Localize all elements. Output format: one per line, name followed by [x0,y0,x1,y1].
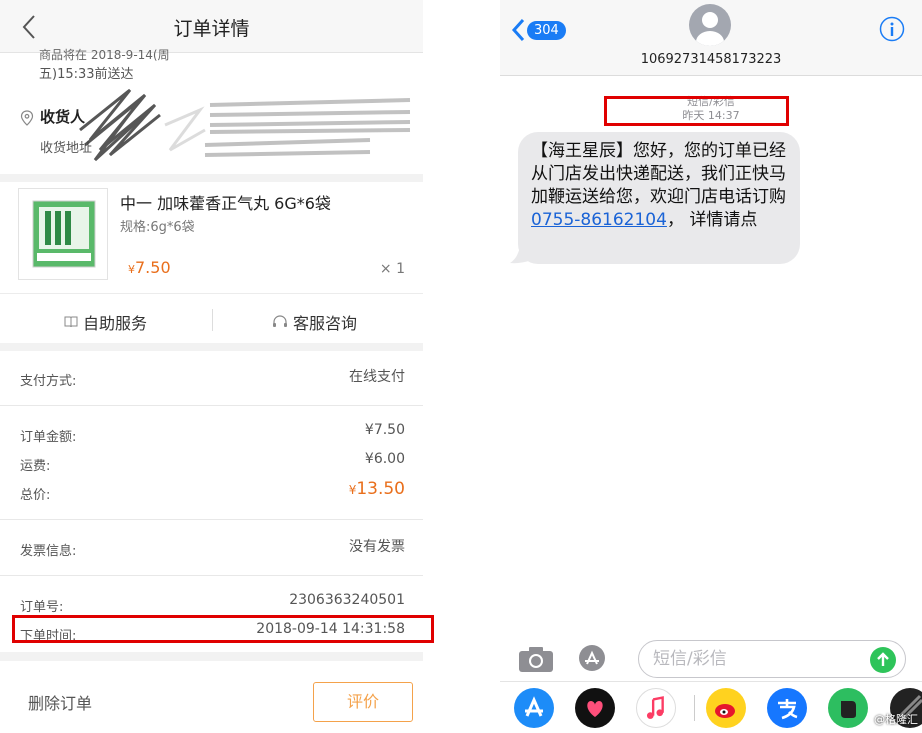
order-amount-label: 订单金额: [20,430,77,445]
invoice-value: 没有发票 [349,539,405,555]
conversation-header: 304 10692731458173223 [500,0,922,76]
app-store-icon [525,696,543,717]
shipping-fee-label: 运费: [20,459,51,474]
weibo-icon [715,704,735,718]
page-title: 订单详情 [173,18,250,40]
phone-link[interactable]: 0755-86162104 [531,210,667,230]
product-image[interactable] [18,188,108,280]
contact-avatar[interactable] [689,4,731,46]
location-pin-icon [20,110,34,126]
footer-bar: 删除订单 评价 [0,661,423,733]
app-store-icon[interactable] [578,644,606,672]
section-gap [0,174,423,182]
unread-count-badge: 304 [527,20,566,40]
book-icon [64,316,78,328]
self-service-button[interactable]: 自助服务 [64,310,147,334]
product-quantity: × 1 [379,261,405,277]
alipay-icon [778,699,798,720]
order-number-label: 订单号: [20,600,64,615]
service-row: 自助服务 客服咨询 [0,293,423,343]
customer-service-label: 客服咨询 [293,314,358,333]
total-price-label: 总价: [20,488,51,503]
product-price: ¥7.50 [128,258,171,277]
info-icon[interactable] [879,16,905,42]
camera-icon[interactable] [518,645,554,673]
privacy-redaction-scribble [79,88,411,162]
headset-icon [273,315,287,327]
product-spec: 规格:6g*6袋 [120,220,195,235]
payment-method-label: 支付方式: [20,374,77,389]
person-silhouette-icon [696,12,724,46]
total-amount: 13.50 [356,479,405,499]
elephant-icon [841,701,856,718]
app-store-app-icon[interactable] [514,688,554,728]
invoice-label: 发票信息: [20,544,77,559]
product-name[interactable]: 中一 加味藿香正气丸 6G*6袋 [120,190,331,214]
chevron-left-icon [511,18,525,42]
message-text: 【海王星辰】您好，您的订单已经从门店发出快递配送，我们正快马加鞭运送给您，欢迎门… [531,141,786,207]
music-app-icon[interactable] [636,688,676,728]
divider [0,405,423,406]
back-button[interactable]: 304 [511,18,566,42]
message-input[interactable]: 短信/彩信 [638,640,906,678]
send-arrow-icon [877,652,889,666]
sms-conversation-screen: 304 10692731458173223 短信/彩信 昨天 14:37 【海王… [500,0,922,733]
digital-touch-app-icon[interactable] [575,688,615,728]
service-divider [212,309,213,331]
message-tail-text: ， 详情请点 [666,210,758,230]
price-value: 7.50 [135,258,171,277]
send-button[interactable] [870,647,896,673]
app-drawer-divider [694,695,695,721]
music-note-icon [646,696,664,719]
contact-number[interactable]: 10692731458173223 [500,52,922,67]
divider [0,575,423,576]
divider [0,519,423,520]
heart-icon [587,701,603,717]
compose-toolbar: 短信/彩信 [500,637,922,681]
timestamp-highlight-box [604,96,789,126]
payment-method-value: 在线支付 [349,369,405,385]
imessage-app-drawer [500,681,922,733]
shipping-fee-value: ¥6.00 [364,451,405,467]
customer-service-button[interactable]: 客服咨询 [272,310,357,334]
currency-symbol: ¥ [128,263,135,276]
delivery-date-line: 商品将在 2018-9-14(周 [39,48,170,62]
section-gap [0,652,423,661]
total-price-value: ¥13.50 [349,479,405,499]
watermark-text: @格隆汇 [874,713,918,726]
delete-order-button[interactable]: 删除订单 [28,690,92,714]
section-gap [0,343,423,351]
weibo-app-icon[interactable] [706,688,746,728]
order-amount-value: ¥7.50 [364,422,405,438]
medicine-box-icon [32,200,96,268]
order-number-value: 2306363240501 [289,592,405,608]
evernote-app-icon[interactable] [828,688,868,728]
order-time-highlight-box [12,615,434,643]
alipay-app-icon[interactable] [767,688,807,728]
review-button[interactable]: 评价 [313,682,413,722]
message-bubble[interactable]: 【海王星辰】您好，您的订单已经从门店发出快递配送，我们正快马加鞭运送给您，欢迎门… [518,132,800,264]
self-service-label: 自助服务 [83,314,148,333]
